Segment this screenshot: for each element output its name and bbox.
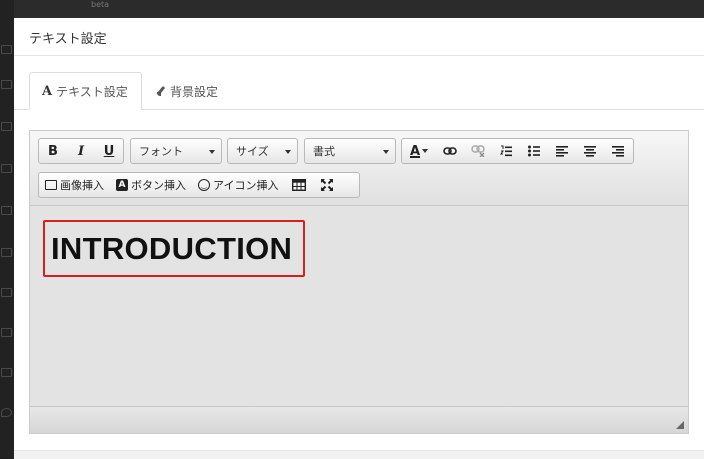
table-icon (292, 179, 307, 191)
editor-heading-text: INTRODUCTION (51, 230, 293, 266)
tab-bar: A テキスト設定 背景設定 (14, 72, 704, 110)
text-settings-modal: テキスト設定 A テキスト設定 背景設定 B I U フォント サイズ 書式 A… (14, 18, 704, 459)
insert-button-label: ボタン挿入 (131, 179, 186, 192)
insert-group: 画像挿入 A ボタン挿入 ‿ アイコン挿入 (38, 172, 360, 198)
insert-icon-button[interactable]: ‿ アイコン挿入 (192, 173, 284, 197)
chevron-down-icon (285, 150, 291, 154)
list-icon[interactable] (1, 248, 12, 257)
format-select[interactable]: 書式 (304, 138, 396, 164)
modal-header: テキスト設定 (14, 18, 704, 56)
align-left-button[interactable] (548, 139, 576, 163)
underline-button[interactable]: U (95, 139, 123, 163)
chevron-down-icon (422, 149, 429, 153)
bullet-list-icon (528, 145, 540, 157)
text-style-group: B I U (38, 138, 124, 164)
insert-button-button[interactable]: A ボタン挿入 (110, 173, 192, 197)
size-select[interactable]: サイズ (227, 138, 298, 164)
admin-sidebar (0, 0, 14, 458)
admin-top-bar: beta (14, 0, 704, 18)
align-right-button[interactable] (604, 139, 632, 163)
insert-image-button[interactable]: 画像挿入 (39, 173, 110, 197)
insert-table-button[interactable] (284, 173, 314, 197)
resize-handle-icon[interactable] (676, 421, 684, 429)
tab-label: テキスト設定 (56, 84, 128, 99)
tab-text-settings[interactable]: A テキスト設定 (29, 72, 142, 110)
menu-icon[interactable] (1, 368, 12, 377)
insert-image-label: 画像挿入 (60, 179, 104, 192)
editor-statusbar (30, 406, 688, 433)
fullscreen-icon (321, 179, 334, 191)
modal-title: テキスト設定 (29, 32, 107, 47)
editor-toolbar: B I U フォント サイズ 書式 A 画像挿入 A ボタン挿入 ‿ アイコン挿… (30, 131, 688, 206)
image-icon (45, 180, 57, 190)
tab-label: 背景設定 (170, 84, 219, 99)
highlighted-text-block[interactable]: INTRODUCTION (43, 220, 305, 277)
italic-button[interactable]: I (67, 139, 95, 163)
align-right-icon (612, 145, 624, 157)
button-icon: A (116, 179, 128, 191)
tab-background-settings[interactable]: 背景設定 (144, 72, 230, 110)
font-select-value: フォント (139, 145, 183, 158)
smiley-icon: ‿ (198, 179, 210, 191)
brush-icon (156, 86, 166, 96)
rich-text-editor: B I U フォント サイズ 書式 A 画像挿入 A ボタン挿入 ‿ アイコン挿… (29, 130, 689, 434)
insert-icon-label: アイコン挿入 (213, 179, 279, 192)
menu-icon[interactable] (1, 45, 12, 54)
text-color-button[interactable]: A (402, 139, 436, 163)
unlink-button[interactable] (464, 139, 492, 163)
ordered-list-button[interactable] (492, 139, 520, 163)
text-color-icon: A (409, 143, 421, 159)
link-icon (443, 147, 457, 155)
unlink-icon (471, 145, 485, 157)
font-select[interactable]: フォント (130, 138, 222, 164)
format-group: A (401, 138, 634, 164)
format-select-value: 書式 (313, 145, 335, 158)
bullet-list-button[interactable] (520, 139, 548, 163)
grid-icon[interactable] (1, 328, 12, 337)
align-center-button[interactable] (576, 139, 604, 163)
align-left-icon (556, 145, 568, 157)
text-format-icon: A (42, 83, 53, 99)
video-icon[interactable] (1, 288, 12, 297)
menu-icon[interactable] (1, 80, 12, 89)
align-center-icon (584, 145, 596, 157)
list-icon[interactable] (1, 206, 12, 215)
chevron-down-icon (383, 150, 389, 154)
bold-button[interactable]: B (39, 139, 67, 163)
size-select-value: サイズ (236, 145, 269, 158)
image-icon[interactable] (1, 122, 12, 131)
ordered-list-icon (500, 145, 512, 157)
location-icon[interactable] (1, 408, 12, 417)
fullscreen-button[interactable] (314, 173, 340, 197)
beta-label: beta (91, 0, 110, 9)
image-icon[interactable] (1, 164, 12, 173)
link-button[interactable] (436, 139, 464, 163)
editor-content-area[interactable]: INTRODUCTION (30, 206, 688, 406)
chevron-down-icon (209, 150, 215, 154)
